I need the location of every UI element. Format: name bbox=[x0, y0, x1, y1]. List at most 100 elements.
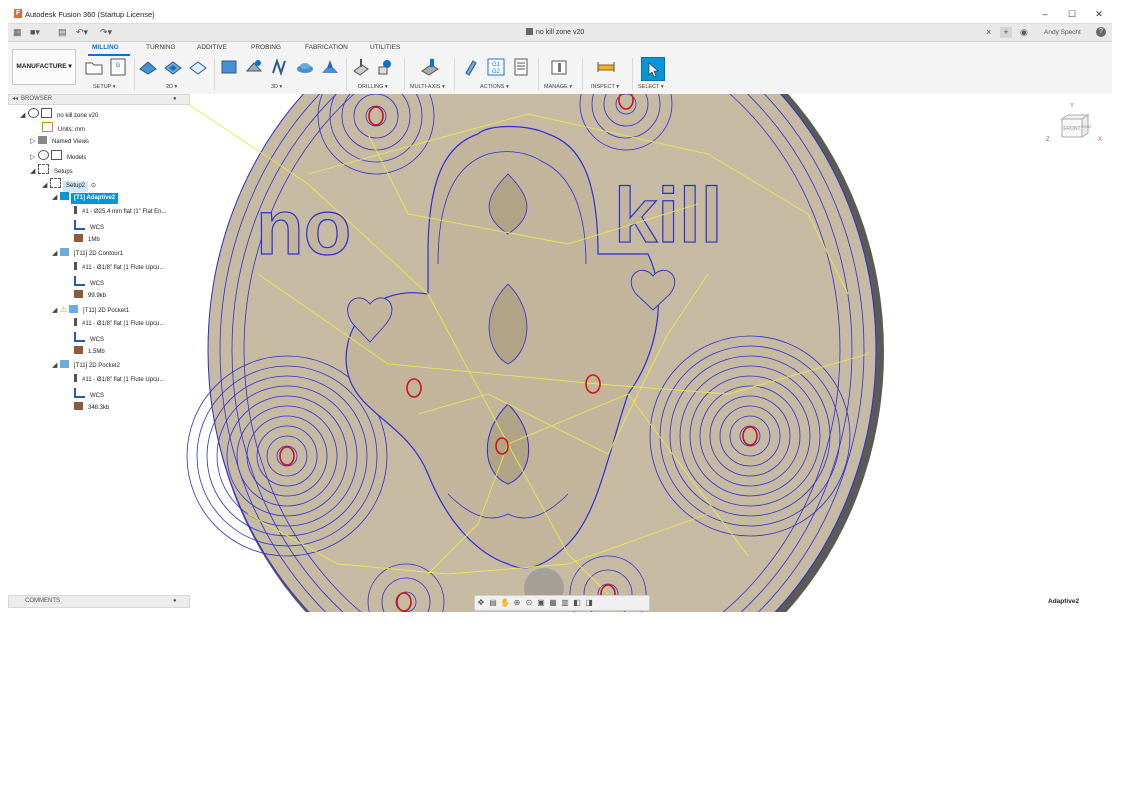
file-menu-icon[interactable]: ■▾ bbox=[30, 27, 40, 38]
measure-icon[interactable] bbox=[596, 57, 616, 77]
comments-pin-icon[interactable]: ● bbox=[173, 596, 177, 607]
help-button[interactable]: ? bbox=[1096, 27, 1106, 37]
3d-pocket-icon[interactable] bbox=[244, 57, 264, 77]
tree-tool[interactable]: #11 - Ø1/8" flat (1 Flute Upcu... bbox=[74, 374, 168, 386]
redo-icon[interactable]: ↷▾ bbox=[100, 27, 112, 38]
group-inspect[interactable]: INSPECT ▾ bbox=[591, 84, 619, 90]
document-tab[interactable]: no kill zone v20 bbox=[526, 28, 584, 36]
undo-icon[interactable]: ↶▾ bbox=[76, 27, 88, 38]
apps-grid-icon[interactable]: ▦ bbox=[13, 27, 22, 38]
tab-milling[interactable]: MILLING bbox=[92, 44, 119, 51]
tree-toolpath-size[interactable]: 99.9kb bbox=[74, 290, 110, 302]
group-3d[interactable]: 3D ▾ bbox=[271, 84, 282, 90]
group-manage[interactable]: MANAGE ▾ bbox=[544, 84, 572, 90]
simulate-icon[interactable] bbox=[462, 57, 482, 77]
expand-icon[interactable]: ◢ bbox=[52, 248, 60, 259]
tree-op-2d-contour1[interactable]: ◢ [T11] 2D Contour1 bbox=[52, 248, 126, 260]
active-setup-icon[interactable]: ⊙ bbox=[91, 183, 96, 189]
tree-named-views[interactable]: ▷ Named Views bbox=[30, 136, 92, 148]
tree-wcs[interactable]: WCS bbox=[74, 388, 107, 402]
job-status-icon[interactable]: ◉ bbox=[1020, 27, 1028, 38]
effects-icon[interactable]: ◨ bbox=[583, 596, 595, 610]
view-cube[interactable]: FRONT RIGH bbox=[1058, 111, 1092, 141]
workspace-switcher[interactable]: MANUFACTURE ▾ bbox=[12, 49, 76, 85]
select-tool-button[interactable] bbox=[641, 57, 665, 81]
display-settings-icon[interactable]: ▣ bbox=[535, 596, 547, 610]
pan-icon[interactable]: ✋ bbox=[499, 596, 511, 610]
orbit-icon[interactable]: ✥ bbox=[475, 596, 487, 610]
group-multi-axis[interactable]: MULTI-AXIS ▾ bbox=[410, 84, 445, 90]
expand-icon[interactable]: ▷ bbox=[30, 136, 38, 147]
tree-setups[interactable]: ◢ Setups bbox=[30, 164, 76, 178]
tool-library-icon[interactable] bbox=[549, 57, 569, 77]
warning-icon[interactable]: ⚠ bbox=[60, 305, 67, 314]
environment-icon[interactable]: ◧ bbox=[571, 596, 583, 610]
user-name[interactable]: Andy Specht bbox=[1044, 27, 1081, 38]
expand-icon[interactable]: ◢ bbox=[30, 166, 38, 177]
3d-adaptive-icon[interactable] bbox=[219, 57, 239, 77]
group-drilling[interactable]: DRILLING ▾ bbox=[358, 84, 388, 90]
minimize-button[interactable]: – bbox=[1036, 8, 1054, 20]
close-tab-button[interactable]: × bbox=[986, 27, 991, 38]
3d-parallel-icon[interactable] bbox=[270, 57, 290, 77]
browser-pin-icon[interactable]: ● bbox=[173, 95, 177, 104]
browser-header[interactable]: ◂◂ BROWSER ● bbox=[8, 94, 190, 105]
maximize-button[interactable]: ☐ bbox=[1063, 8, 1081, 20]
setup-sheet-icon[interactable] bbox=[511, 57, 531, 77]
expand-icon[interactable]: ◢ bbox=[52, 305, 60, 316]
tree-toolpath-size[interactable]: 1.5Mb bbox=[74, 346, 108, 358]
tree-wcs[interactable]: WCS bbox=[74, 332, 107, 346]
tree-op-2d-pocket2[interactable]: ◢ [T11] 2D Pocket2 bbox=[52, 360, 123, 372]
view-cube-right[interactable]: RIGH bbox=[1081, 124, 1091, 129]
collapse-icon[interactable]: ◂◂ bbox=[12, 96, 18, 102]
tree-toolpath-size[interactable]: 348.3kb bbox=[74, 402, 113, 414]
new-setup-icon[interactable]: G bbox=[108, 57, 128, 77]
post-process-icon[interactable]: G1 G2 bbox=[486, 57, 506, 77]
tree-setup2[interactable]: ◢ Setup2 ⊙ bbox=[42, 178, 96, 192]
group-2d[interactable]: 2D ▾ bbox=[166, 84, 177, 90]
tab-probing[interactable]: PROBING bbox=[251, 44, 281, 51]
grid-settings-icon[interactable]: ▦ bbox=[547, 596, 559, 610]
tab-utilities[interactable]: UTILITIES bbox=[370, 44, 400, 51]
zoom-icon[interactable]: ⊕ bbox=[511, 596, 523, 610]
tab-fabrication[interactable]: FABRICATION bbox=[305, 44, 348, 51]
group-actions[interactable]: ACTIONS ▾ bbox=[480, 84, 509, 90]
expand-icon[interactable]: ◢ bbox=[42, 180, 50, 191]
tree-op-2d-pocket1[interactable]: ◢ ⚠ [T11] 2D Pocket1 bbox=[52, 304, 133, 317]
eye-icon[interactable] bbox=[38, 150, 49, 160]
tree-models[interactable]: ▷ Models bbox=[30, 150, 90, 164]
group-select[interactable]: SELECT ▾ bbox=[638, 84, 664, 90]
eye-icon[interactable] bbox=[28, 108, 39, 118]
face-icon[interactable] bbox=[188, 57, 208, 77]
drill-icon[interactable] bbox=[351, 57, 371, 77]
tree-root[interactable]: ◢ no kill zone v20 bbox=[20, 108, 102, 122]
comments-panel[interactable]: COMMENTS ● bbox=[8, 595, 190, 608]
tree-tool[interactable]: #1 - Ø25.4 mm flat (1" Flat En... bbox=[74, 206, 170, 218]
tree-wcs[interactable]: WCS bbox=[74, 276, 107, 290]
tree-op-adaptive2[interactable]: ◢ [T1] Adaptive2 bbox=[52, 192, 119, 204]
new-tab-button[interactable]: + bbox=[1000, 27, 1012, 38]
viewports-icon[interactable]: ▥ bbox=[559, 596, 571, 610]
group-setup[interactable]: SETUP ▾ bbox=[93, 84, 116, 90]
3d-contour-icon[interactable] bbox=[295, 57, 315, 77]
expand-icon[interactable]: ▷ bbox=[30, 152, 38, 163]
tree-units[interactable]: Units: mm bbox=[42, 122, 88, 136]
look-at-icon[interactable]: ▤ bbox=[487, 596, 499, 610]
hole-recognition-icon[interactable] bbox=[375, 57, 395, 77]
new-folder-icon[interactable] bbox=[84, 57, 104, 77]
save-icon[interactable]: ▤ bbox=[58, 27, 67, 38]
tree-wcs[interactable]: WCS bbox=[74, 220, 107, 234]
2d-adaptive-icon[interactable] bbox=[138, 57, 158, 77]
view-cube-front[interactable]: FRONT bbox=[1063, 126, 1080, 132]
close-window-button[interactable]: ✕ bbox=[1090, 8, 1108, 20]
tree-tool[interactable]: #11 - Ø1/8" flat (1 Flute Upcu... bbox=[74, 318, 168, 330]
tree-toolpath-size[interactable]: 1Mb bbox=[74, 234, 103, 246]
fit-icon[interactable]: ⊙ bbox=[523, 596, 535, 610]
expand-icon[interactable]: ◢ bbox=[52, 192, 60, 203]
view-cube-icon[interactable]: FRONT RIGH bbox=[1058, 111, 1092, 141]
2d-pocket-icon[interactable] bbox=[163, 57, 183, 77]
tab-turning[interactable]: TURNING bbox=[146, 44, 176, 51]
tab-additive[interactable]: ADDITIVE bbox=[197, 44, 227, 51]
3d-scallop-icon[interactable] bbox=[320, 57, 340, 77]
expand-icon[interactable]: ◢ bbox=[52, 360, 60, 371]
